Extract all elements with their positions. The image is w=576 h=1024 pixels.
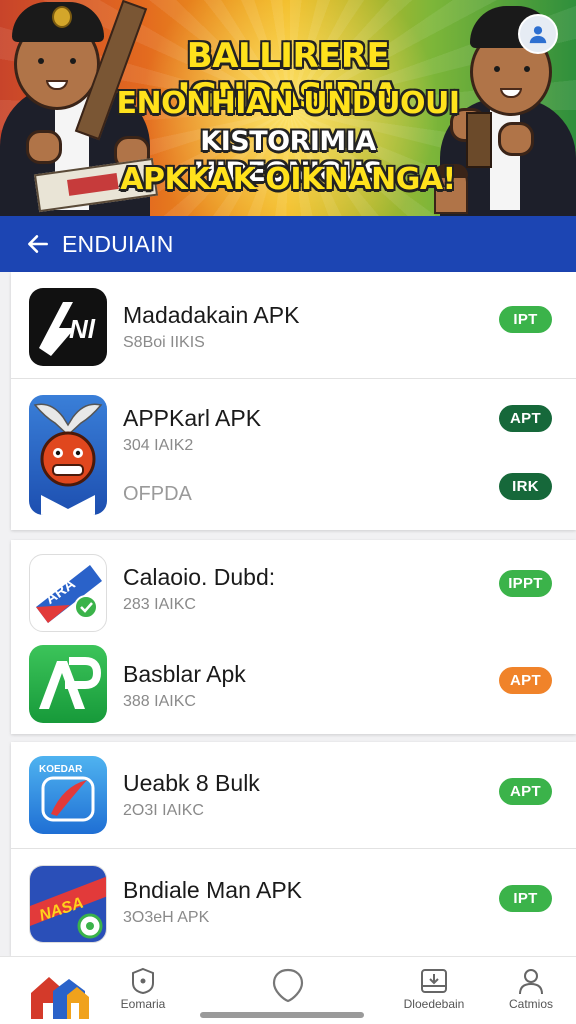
- app-size: S8Boi IIKIS: [123, 334, 205, 351]
- nav-eomaria[interactable]: Eomaria: [108, 957, 178, 1024]
- promo-banner[interactable]: BALLIRERE IGNDASIRIA ENONHIAN UNDUOUI KI…: [0, 0, 576, 216]
- map-badge-icon: NASA: [29, 865, 107, 943]
- app-screen: BALLIRERE IGNDASIRIA ENONHIAN UNDUOUI KI…: [0, 0, 576, 1024]
- nav-label: Dloedebain: [403, 997, 465, 1011]
- person-icon: [529, 26, 547, 44]
- app-size: 2O3I IAIKC: [123, 802, 204, 819]
- app-name: Bndiale Man APK: [123, 877, 303, 903]
- app-size: 388 IAIKC: [123, 693, 196, 710]
- app-name: Madadakain APK: [123, 302, 300, 328]
- nav-label: Catmios: [508, 997, 553, 1011]
- list-item[interactable]: KOEDAR Ueabk 8 Bulk 2O3I IAIKC APT: [11, 742, 576, 848]
- list-item[interactable]: Nl Madadakain APK S8Boi IIKIS IPT: [11, 272, 576, 378]
- home-indicator[interactable]: [200, 1012, 364, 1018]
- circle-icon: [272, 968, 304, 1003]
- banner-headline-4: APKKAK OIKNANGA!: [120, 162, 456, 197]
- person-icon: [519, 969, 543, 995]
- install-button[interactable]: IPT: [499, 885, 552, 912]
- feather-icon: KOEDAR: [29, 756, 107, 834]
- back-arrow-icon[interactable]: [20, 226, 56, 262]
- install-button[interactable]: APT: [499, 778, 552, 805]
- list-item[interactable]: Basblar Apk 388 IAIKC APT: [11, 637, 576, 734]
- app-card-3: KOEDAR Ueabk 8 Bulk 2O3I IAIKC APT NASA: [11, 742, 576, 956]
- app-size: 3O3eH APK: [123, 909, 210, 926]
- install-button[interactable]: IPT: [499, 306, 552, 333]
- lightning-logo-icon: Nl: [29, 288, 107, 366]
- nav-label: Eomaria: [120, 997, 166, 1011]
- home-icon: [31, 977, 89, 1019]
- list-item[interactable]: APPKarl APK 304 IAIK2 OFPDA APT IRK: [11, 379, 576, 530]
- badge-icon: [132, 967, 154, 995]
- profile-button[interactable]: [518, 14, 558, 54]
- svg-text:KOEDAR: KOEDAR: [39, 764, 83, 775]
- svg-text:Nl: Nl: [69, 314, 96, 344]
- list-item[interactable]: NASA Bndiale Man APK 3O3eH APK IPT: [11, 849, 576, 956]
- app-note: OFPDA: [123, 483, 192, 505]
- app-card-2: ARA Calaoio. Dubd: 283 IAIKC IPPT Basbla…: [11, 540, 576, 734]
- bird-mascot-icon: [29, 395, 107, 515]
- download-box-icon: [421, 969, 447, 993]
- app-card-1: Nl Madadakain APK S8Boi IIKIS IPT APPKar…: [11, 272, 576, 530]
- app-name: Calaoio. Dubd:: [123, 564, 276, 590]
- list-item[interactable]: ARA Calaoio. Dubd: 283 IAIKC IPPT: [11, 540, 576, 637]
- map-pin-icon: ARA: [29, 554, 107, 632]
- nav-account[interactable]: Catmios: [496, 957, 566, 1024]
- app-name: Basblar Apk: [123, 661, 246, 687]
- app-size: 304 IAIK2: [123, 437, 194, 454]
- page-title: ENDUIAIN: [62, 230, 174, 257]
- secondary-button[interactable]: IRK: [499, 473, 552, 500]
- nav-home[interactable]: [24, 957, 94, 1024]
- app-bar: ENDUIAIN: [0, 216, 576, 272]
- install-button[interactable]: APT: [499, 405, 552, 432]
- install-button[interactable]: APT: [499, 667, 552, 694]
- app-name: Ueabk 8 Bulk: [123, 770, 260, 796]
- nav-downloads[interactable]: Dloedebain: [392, 957, 476, 1024]
- app-size: 283 IAIKC: [123, 596, 196, 613]
- install-button[interactable]: IPPT: [499, 570, 552, 597]
- banner-headline-2: ENONHIAN UNDUOUI: [116, 86, 460, 121]
- app-name: APPKarl APK: [123, 405, 262, 431]
- ar-logo-icon: [29, 645, 107, 723]
